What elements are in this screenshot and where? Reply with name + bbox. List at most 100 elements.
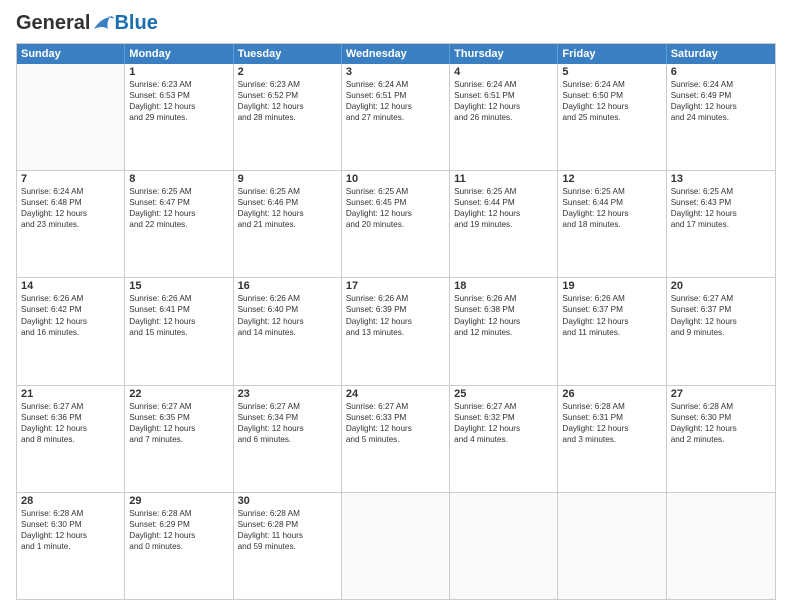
calendar-row-0: 1Sunrise: 6:23 AMSunset: 6:53 PMDaylight… <box>17 64 775 170</box>
cell-info-line: Daylight: 12 hours <box>238 208 337 219</box>
cell-info-line: Sunset: 6:50 PM <box>562 90 661 101</box>
cell-info-line: Sunrise: 6:27 AM <box>21 401 120 412</box>
day-number: 20 <box>671 280 771 292</box>
cell-info-line: Daylight: 12 hours <box>346 423 445 434</box>
calendar-row-4: 28Sunrise: 6:28 AMSunset: 6:30 PMDayligh… <box>17 492 775 599</box>
cell-info-line: Sunset: 6:40 PM <box>238 304 337 315</box>
calendar-cell: 23Sunrise: 6:27 AMSunset: 6:34 PMDayligh… <box>234 386 342 492</box>
day-number: 14 <box>21 280 120 292</box>
cell-info-line: Daylight: 12 hours <box>346 208 445 219</box>
cell-info-line: Daylight: 12 hours <box>562 423 661 434</box>
day-header-tuesday: Tuesday <box>234 44 342 64</box>
cell-info-line: Sunrise: 6:24 AM <box>562 79 661 90</box>
cell-info-line: and 27 minutes. <box>346 112 445 123</box>
calendar-cell: 13Sunrise: 6:25 AMSunset: 6:43 PMDayligh… <box>667 171 775 277</box>
cell-info-line: Sunrise: 6:25 AM <box>671 186 771 197</box>
calendar-cell: 18Sunrise: 6:26 AMSunset: 6:38 PMDayligh… <box>450 278 558 384</box>
day-number: 30 <box>238 495 337 507</box>
cell-info-line: Sunrise: 6:28 AM <box>238 508 337 519</box>
cell-info-line: Sunset: 6:30 PM <box>671 412 771 423</box>
cell-info-line: Daylight: 12 hours <box>671 316 771 327</box>
logo: General Blue <box>16 12 158 35</box>
calendar-cell: 3Sunrise: 6:24 AMSunset: 6:51 PMDaylight… <box>342 64 450 170</box>
logo-text: General Blue <box>16 12 158 35</box>
header: General Blue <box>16 12 776 35</box>
day-number: 15 <box>129 280 228 292</box>
calendar-cell: 15Sunrise: 6:26 AMSunset: 6:41 PMDayligh… <box>125 278 233 384</box>
calendar-cell: 9Sunrise: 6:25 AMSunset: 6:46 PMDaylight… <box>234 171 342 277</box>
calendar-header: SundayMondayTuesdayWednesdayThursdayFrid… <box>17 44 775 64</box>
cell-info-line: Sunrise: 6:26 AM <box>129 293 228 304</box>
cell-info-line: Daylight: 12 hours <box>21 423 120 434</box>
cell-info-line: Sunset: 6:33 PM <box>346 412 445 423</box>
cell-info-line: Sunrise: 6:26 AM <box>346 293 445 304</box>
cell-info-line: and 28 minutes. <box>238 112 337 123</box>
cell-info-line: Daylight: 12 hours <box>671 101 771 112</box>
cell-info-line: Sunrise: 6:28 AM <box>671 401 771 412</box>
cell-info-line: Daylight: 12 hours <box>562 208 661 219</box>
cell-info-line: Daylight: 12 hours <box>238 101 337 112</box>
calendar-cell: 29Sunrise: 6:28 AMSunset: 6:29 PMDayligh… <box>125 493 233 599</box>
cell-info-line: and 13 minutes. <box>346 327 445 338</box>
calendar-cell: 26Sunrise: 6:28 AMSunset: 6:31 PMDayligh… <box>558 386 666 492</box>
cell-info-line: Sunset: 6:29 PM <box>129 519 228 530</box>
day-number: 6 <box>671 66 771 78</box>
cell-info-line: Daylight: 12 hours <box>671 423 771 434</box>
cell-info-line: Daylight: 12 hours <box>562 316 661 327</box>
cell-info-line: Sunrise: 6:24 AM <box>21 186 120 197</box>
cell-info-line: Daylight: 12 hours <box>238 316 337 327</box>
cell-info-line: and 1 minute. <box>21 541 120 552</box>
cell-info-line: Sunset: 6:28 PM <box>238 519 337 530</box>
cell-info-line: Sunrise: 6:27 AM <box>238 401 337 412</box>
calendar-body: 1Sunrise: 6:23 AMSunset: 6:53 PMDaylight… <box>17 64 775 599</box>
cell-info-line: and 22 minutes. <box>129 219 228 230</box>
day-number: 21 <box>21 388 120 400</box>
cell-info-line: Sunset: 6:49 PM <box>671 90 771 101</box>
cell-info-line: Sunset: 6:30 PM <box>21 519 120 530</box>
calendar-cell: 28Sunrise: 6:28 AMSunset: 6:30 PMDayligh… <box>17 493 125 599</box>
day-number: 28 <box>21 495 120 507</box>
cell-info-line: Daylight: 12 hours <box>129 423 228 434</box>
cell-info-line: Sunrise: 6:24 AM <box>671 79 771 90</box>
cell-info-line: and 14 minutes. <box>238 327 337 338</box>
calendar-cell: 10Sunrise: 6:25 AMSunset: 6:45 PMDayligh… <box>342 171 450 277</box>
calendar-cell: 27Sunrise: 6:28 AMSunset: 6:30 PMDayligh… <box>667 386 775 492</box>
calendar-cell: 7Sunrise: 6:24 AMSunset: 6:48 PMDaylight… <box>17 171 125 277</box>
cell-info-line: Sunrise: 6:24 AM <box>454 79 553 90</box>
cell-info-line: Daylight: 12 hours <box>21 530 120 541</box>
calendar-cell: 11Sunrise: 6:25 AMSunset: 6:44 PMDayligh… <box>450 171 558 277</box>
calendar-cell <box>17 64 125 170</box>
calendar-grid: SundayMondayTuesdayWednesdayThursdayFrid… <box>16 43 776 600</box>
cell-info-line: Daylight: 12 hours <box>21 316 120 327</box>
day-number: 2 <box>238 66 337 78</box>
cell-info-line: and 16 minutes. <box>21 327 120 338</box>
day-number: 4 <box>454 66 553 78</box>
cell-info-line: and 21 minutes. <box>238 219 337 230</box>
cell-info-line: Sunset: 6:44 PM <box>562 197 661 208</box>
cell-info-line: and 26 minutes. <box>454 112 553 123</box>
cell-info-line: Sunset: 6:39 PM <box>346 304 445 315</box>
cell-info-line: and 12 minutes. <box>454 327 553 338</box>
cell-info-line: and 23 minutes. <box>21 219 120 230</box>
cell-info-line: and 6 minutes. <box>238 434 337 445</box>
logo-blue-text: Blue <box>114 12 157 35</box>
cell-info-line: Sunrise: 6:26 AM <box>238 293 337 304</box>
day-number: 24 <box>346 388 445 400</box>
day-number: 18 <box>454 280 553 292</box>
cell-info-line: Daylight: 11 hours <box>238 530 337 541</box>
cell-info-line: Sunrise: 6:27 AM <box>671 293 771 304</box>
day-number: 1 <box>129 66 228 78</box>
day-number: 19 <box>562 280 661 292</box>
cell-info-line: Sunrise: 6:25 AM <box>454 186 553 197</box>
cell-info-line: and 3 minutes. <box>562 434 661 445</box>
calendar-cell: 24Sunrise: 6:27 AMSunset: 6:33 PMDayligh… <box>342 386 450 492</box>
cell-info-line: Sunset: 6:51 PM <box>346 90 445 101</box>
cell-info-line: Daylight: 12 hours <box>454 423 553 434</box>
calendar-cell: 25Sunrise: 6:27 AMSunset: 6:32 PMDayligh… <box>450 386 558 492</box>
cell-info-line: Sunrise: 6:28 AM <box>21 508 120 519</box>
cell-info-line: Daylight: 12 hours <box>129 530 228 541</box>
cell-info-line: and 59 minutes. <box>238 541 337 552</box>
calendar-cell: 20Sunrise: 6:27 AMSunset: 6:37 PMDayligh… <box>667 278 775 384</box>
cell-info-line: and 4 minutes. <box>454 434 553 445</box>
cell-info-line: Sunset: 6:43 PM <box>671 197 771 208</box>
